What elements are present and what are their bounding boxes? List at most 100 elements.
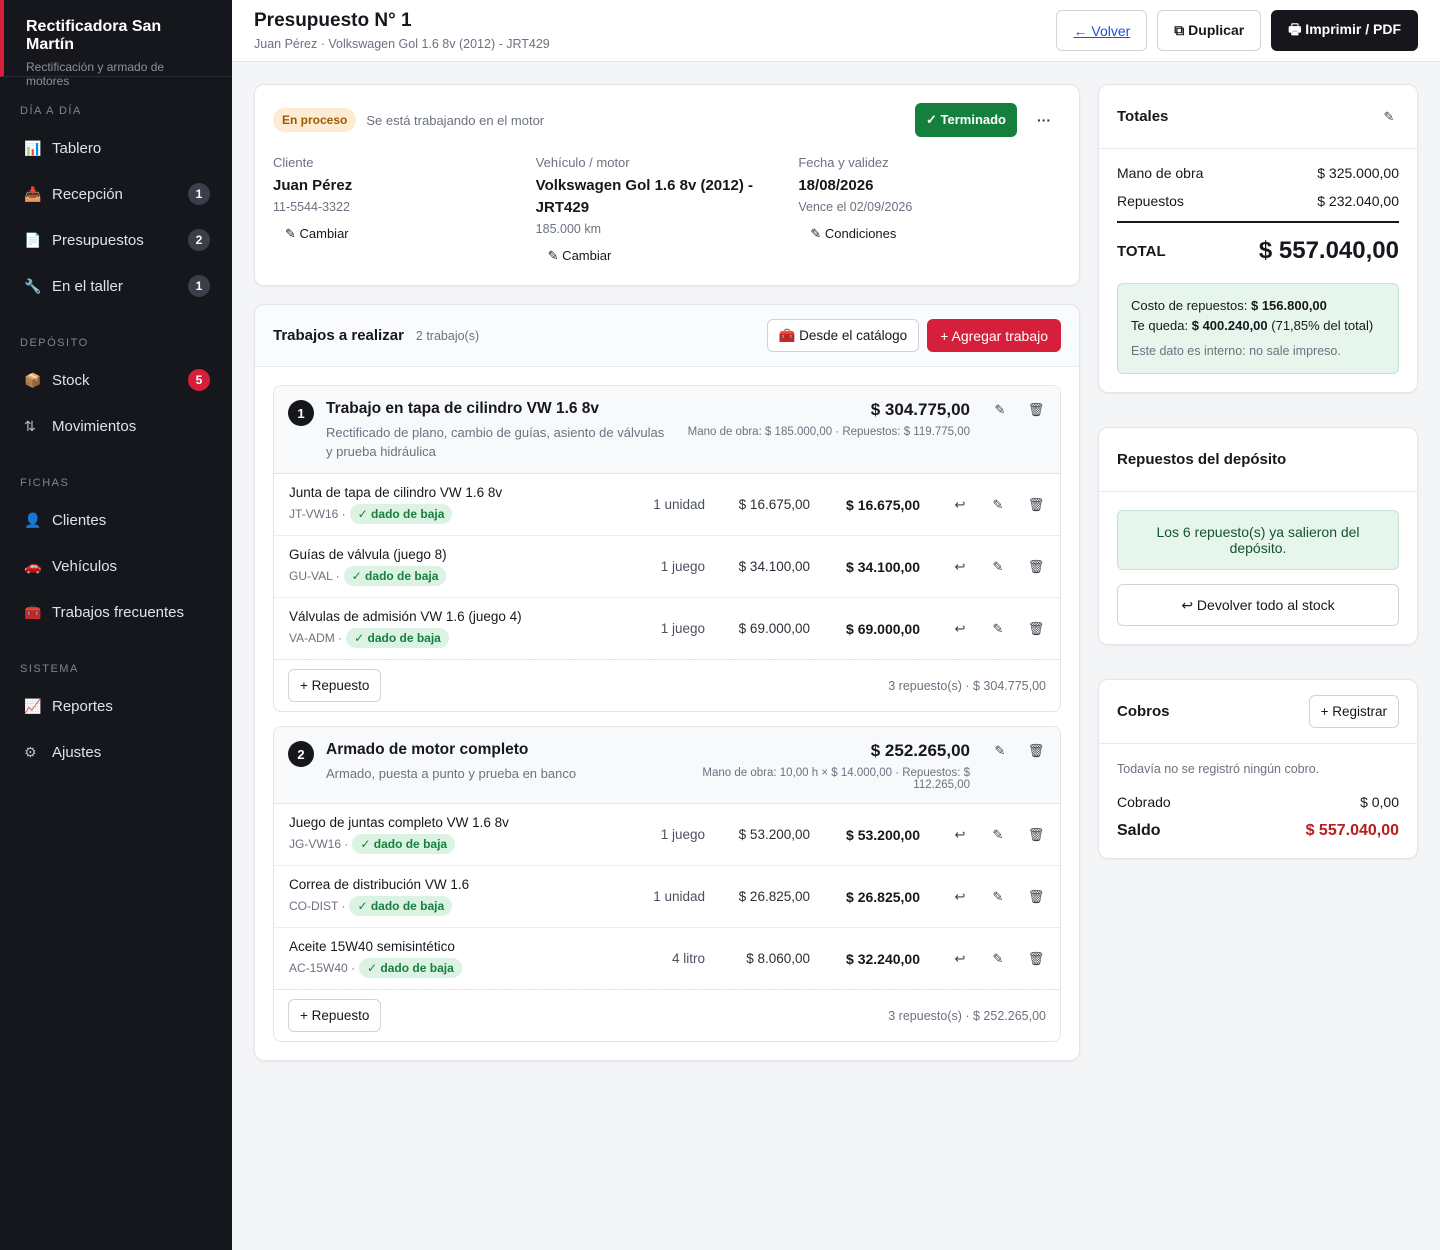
part-unit-price: $ 26.825,00 [738, 889, 810, 904]
parts-label: Repuestos [1117, 193, 1184, 209]
balance-value: $ 557.040,00 [1305, 822, 1399, 839]
from-catalog-button[interactable]: 🧰 Desde el catálogo [766, 319, 920, 352]
sidebar-item-vehiculos[interactable]: 🚗 Vehículos [0, 543, 232, 589]
count-badge: 1 [188, 275, 210, 297]
job-number: 2 [288, 741, 314, 767]
sidebar-item-stock[interactable]: 📦 Stock 5 [0, 357, 232, 403]
parts-summary: 3 repuesto(s) · $ 304.775,00 [888, 678, 1046, 693]
edit-icon[interactable]: ✎ [988, 889, 1008, 905]
return-all-stock-button[interactable]: ↩ Devolver todo al stock [1117, 584, 1399, 626]
depot-title: Repuestos del depósito [1117, 451, 1287, 468]
edit-icon[interactable]: ✎ [1379, 109, 1399, 125]
return-icon[interactable]: ↩ [950, 889, 970, 905]
edit-icon[interactable]: ✎ [988, 827, 1008, 843]
brand-name: Rectificadora San Martín [26, 18, 162, 53]
return-icon[interactable]: ↩ [950, 559, 970, 575]
job-title: Armado de motor completo [326, 741, 529, 758]
back-button[interactable]: ← Volver [1056, 10, 1148, 51]
part-subtotal: $ 16.675,00 [846, 496, 920, 513]
job-total: $ 252.265,00 [870, 741, 970, 760]
print-button[interactable]: 🖶 Imprimir / PDF [1271, 10, 1418, 51]
status-description: Se está trabajando en el motor [366, 112, 545, 128]
more-options-icon[interactable]: ··· [1027, 112, 1061, 128]
return-icon[interactable]: ↩ [950, 497, 970, 513]
nav-section-title: Depósito [20, 337, 89, 349]
trash-icon[interactable]: 🗑 [1026, 621, 1046, 637]
trash-icon[interactable]: 🗑 [1026, 889, 1046, 905]
nav-section-title: Día a día [20, 105, 82, 117]
part-row: Guías de válvula (juego 8) GU-VAL · ✓ dado… [274, 536, 1060, 598]
sidebar-item-movimientos[interactable]: ⇅ Movimientos [0, 403, 232, 449]
internal-note: Este dato es interno: no sale impreso. [1131, 344, 1341, 358]
add-part-button[interactable]: + Repuesto [288, 999, 382, 1032]
part-subtotal: $ 53.200,00 [846, 826, 920, 843]
return-icon[interactable]: ↩ [950, 827, 970, 843]
trash-icon[interactable]: 🗑 [1026, 497, 1046, 513]
part-subtotal: $ 26.825,00 [846, 888, 920, 905]
part-row: Correa de distribución VW 1.6 CO-DIST · ✓ … [274, 866, 1060, 928]
nav-section-title: Fichas [20, 477, 70, 489]
return-icon[interactable]: ↩ [950, 951, 970, 967]
topbar: Presupuesto N° 1 Juan Pérez · Volkswagen… [232, 0, 1440, 62]
edit-icon[interactable]: ✎ [988, 621, 1008, 637]
payments-empty: Todavía no se registró ningún cobro. [1117, 762, 1320, 776]
sidebar-item-label: En el taller [52, 277, 123, 295]
total-label: TOTAL [1117, 242, 1166, 260]
keep-value: $ 400.240,00 [1191, 318, 1268, 333]
edit-icon[interactable]: ✎ [988, 951, 1008, 967]
sidebar-item-en-el-taller[interactable]: 🔧 En el taller 1 [0, 263, 232, 309]
duplicate-button[interactable]: ⧉ Duplicar [1157, 10, 1262, 51]
edit-icon[interactable]: ✎ [988, 497, 1008, 513]
labor-value: $ 325.000,00 [1317, 165, 1399, 181]
add-job-button[interactable]: + Agregar trabajo [927, 319, 1061, 352]
sidebar: Rectificadora San Martín Rectificación y… [0, 0, 232, 1250]
part-unit-price: $ 16.675,00 [738, 497, 810, 512]
edit-icon[interactable]: ✎ [990, 743, 1010, 791]
edit-icon[interactable]: ✎ [988, 559, 1008, 575]
count-badge: 1 [188, 183, 210, 205]
margin-box: Costo de repuestos: $ 156.800,00 Te qued… [1117, 283, 1399, 374]
register-payment-button[interactable]: + Registrar [1308, 695, 1399, 728]
edit-icon[interactable]: ✎ [990, 402, 1010, 461]
sidebar-item-recepcion[interactable]: 📥 Recepción 1 [0, 171, 232, 217]
mark-done-button[interactable]: ✓ Terminado [915, 103, 1017, 137]
conditions-link[interactable]: ✎ Condiciones [798, 226, 1061, 242]
sidebar-item-reportes[interactable]: 📈 Reportes [0, 683, 232, 729]
parts-value: $ 232.040,00 [1317, 193, 1399, 209]
sidebar-item-label: Trabajos frecuentes [52, 603, 185, 621]
trabajos-frecuentes-icon: 🧰 [24, 603, 42, 620]
trash-icon[interactable]: 🗑 [1026, 559, 1046, 575]
part-quantity: 1 juego [660, 827, 705, 842]
count-badge: 2 [188, 229, 210, 251]
trash-icon[interactable]: 🗑 [1026, 743, 1046, 791]
part-code: VA-ADM · [289, 631, 343, 645]
vehicle-km: 185.000 km [535, 222, 601, 236]
job-card: 2 Armado de motor completo Armado, puesta … [273, 726, 1061, 1042]
return-icon[interactable]: ↩ [950, 621, 970, 637]
sidebar-item-tablero[interactable]: 📊 Tablero [0, 125, 232, 171]
trash-icon[interactable]: 🗑 [1026, 951, 1046, 967]
sidebar-item-trabajos-frecuentes[interactable]: 🧰 Trabajos frecuentes [0, 589, 232, 635]
sidebar-item-presupuestos[interactable]: 📄 Presupuestos 2 [0, 217, 232, 263]
trash-icon[interactable]: 🗑 [1026, 827, 1046, 843]
change-client-link[interactable]: ✎ Cambiar [273, 226, 536, 242]
add-part-button[interactable]: + Repuesto [288, 669, 382, 702]
part-subtotal: $ 34.100,00 [846, 558, 920, 575]
sidebar-item-ajustes[interactable]: ⚙ Ajustes [0, 729, 232, 775]
trash-icon[interactable]: 🗑 [1026, 402, 1046, 461]
part-quantity: 1 unidad [653, 497, 705, 512]
expiry-date: Vence el 02/09/2026 [798, 200, 913, 214]
sidebar-item-clientes[interactable]: 👤 Clientes [0, 497, 232, 543]
job-breakdown: Mano de obra: $ 185.000,00 · Repuestos: … [687, 426, 970, 438]
page-subtitle: Juan Pérez · Volkswagen Gol 1.6 8v (2012… [254, 37, 550, 51]
status-badge: En proceso [273, 108, 357, 132]
sidebar-item-label: Movimientos [52, 417, 137, 435]
en-el-taller-icon: 🔧 [24, 277, 42, 294]
part-row: Aceite 15W40 semisintético AC-15W40 · ✓ da… [274, 928, 1060, 990]
part-code: GU-VAL · [289, 569, 340, 583]
clientes-icon: 👤 [24, 511, 42, 528]
movimientos-icon: ⇅ [24, 417, 36, 434]
change-vehicle-link[interactable]: ✎ Cambiar [536, 248, 799, 264]
sidebar-item-label: Vehículos [52, 557, 118, 575]
part-name: Aceite 15W40 semisintético [289, 939, 455, 954]
